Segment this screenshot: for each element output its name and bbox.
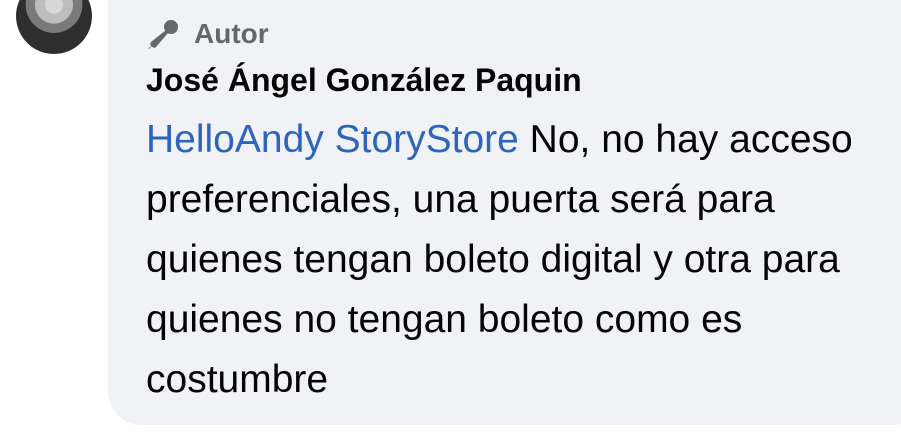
comment-body: HelloAndy StoryStore No, no hay acceso p… xyxy=(146,110,896,410)
author-badge: Autor xyxy=(146,14,269,54)
microphone-icon xyxy=(146,16,182,52)
avatar[interactable] xyxy=(16,0,92,54)
author-name[interactable]: José Ángel González Paquin xyxy=(146,61,582,99)
mention-link[interactable]: HelloAndy StoryStore xyxy=(146,118,519,161)
badge-label: Autor xyxy=(194,18,269,49)
comment-thread: Autor José Ángel González Paquin HelloAn… xyxy=(0,0,901,439)
